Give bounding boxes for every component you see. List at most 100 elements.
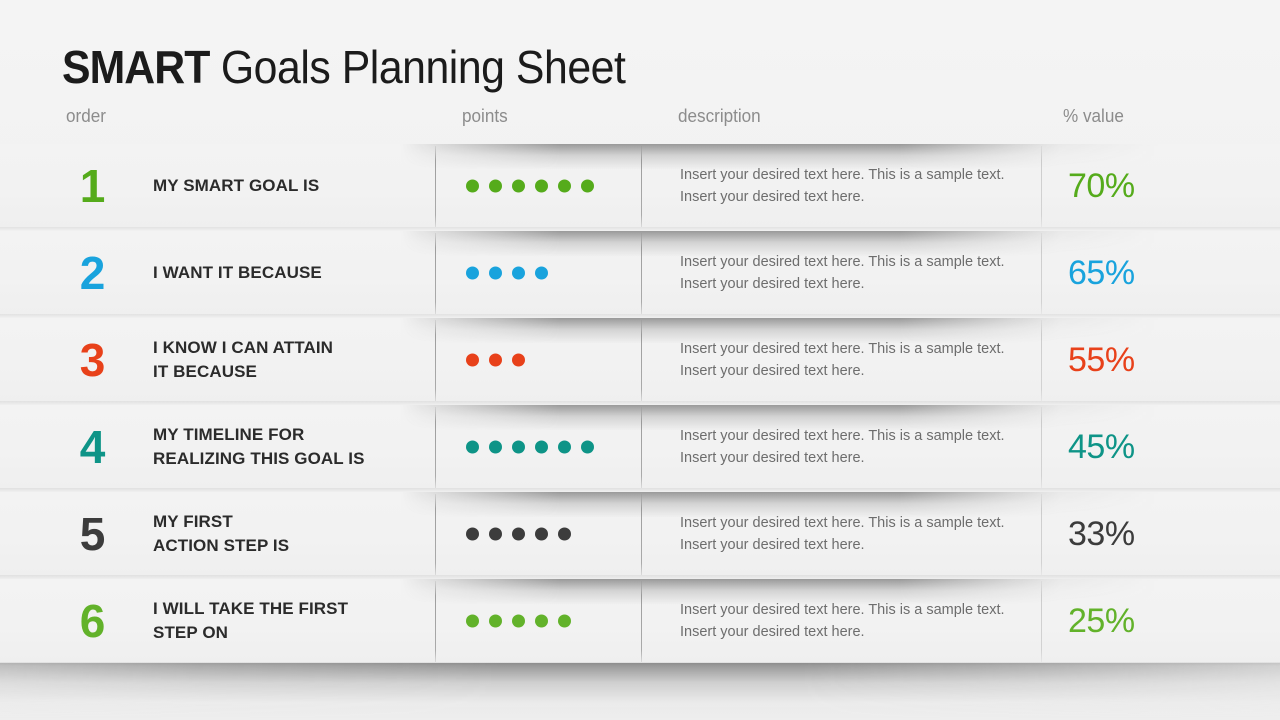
column-divider-2 <box>641 233 642 314</box>
row-label: I KNOW I CAN ATTAIN IT BECAUSE <box>153 336 428 384</box>
row-label-line1: I WANT IT BECAUSE <box>153 262 322 282</box>
point-dot-icon <box>535 527 548 540</box>
point-dot-icon <box>489 179 502 192</box>
row-label-line2: IT BECAUSE <box>153 361 257 381</box>
column-divider-3 <box>1041 407 1042 488</box>
row-description: Insert your desired text here. This is a… <box>680 166 1005 205</box>
row-points-dots <box>466 440 594 453</box>
row-order-number: 5 <box>79 507 106 560</box>
row-percent-value: 25% <box>1068 601 1135 640</box>
point-dot-icon <box>558 614 571 627</box>
table-row[interactable]: 5 MY FIRST ACTION STEP IS Insert your desir… <box>0 492 1280 579</box>
row-order-number: 4 <box>79 420 106 473</box>
column-divider-2 <box>641 581 642 662</box>
row-label-line1: MY SMART GOAL IS <box>153 175 320 195</box>
slide-canvas: SMART Goals Planning Sheet order points … <box>0 0 1280 720</box>
row-order-number: 2 <box>79 246 106 299</box>
column-divider-1 <box>435 320 436 401</box>
column-divider-1 <box>435 494 436 575</box>
row-points-dots <box>466 266 548 279</box>
point-dot-icon <box>466 179 479 192</box>
row-description: Insert your desired text here. This is a… <box>680 340 1005 379</box>
point-dot-icon <box>512 440 525 453</box>
point-dot-icon <box>581 440 594 453</box>
row-label-line2: REALIZING THIS GOAL IS <box>153 448 365 468</box>
point-dot-icon <box>466 527 479 540</box>
row-order-number: 1 <box>79 159 106 212</box>
column-divider-3 <box>1041 146 1042 227</box>
row-points-dots <box>466 179 594 192</box>
goal-rows-list: 1 MY SMART GOAL IS Insert your desired tex… <box>0 144 1280 666</box>
row-points-dots <box>466 353 525 366</box>
column-divider-2 <box>641 320 642 401</box>
row-description: Insert your desired text here. This is a… <box>680 601 1005 640</box>
column-divider-2 <box>641 146 642 227</box>
column-divider-1 <box>435 233 436 314</box>
point-dot-icon <box>512 353 525 366</box>
point-dot-icon <box>512 614 525 627</box>
row-order-number: 6 <box>79 594 106 647</box>
point-dot-icon <box>535 440 548 453</box>
point-dot-icon <box>466 440 479 453</box>
point-dot-icon <box>466 353 479 366</box>
bottom-shadow <box>0 663 1280 720</box>
row-label-line1: I WILL TAKE THE FIRST <box>153 598 349 618</box>
row-label: MY FIRST ACTION STEP IS <box>153 510 428 558</box>
column-divider-1 <box>435 146 436 227</box>
row-points-dots <box>466 527 571 540</box>
row-description: Insert your desired text here. This is a… <box>680 514 1005 553</box>
column-divider-3 <box>1041 494 1042 575</box>
point-dot-icon <box>489 266 502 279</box>
column-header-value: % value <box>1063 106 1124 126</box>
column-divider-1 <box>435 407 436 488</box>
column-headers: order points description % value <box>0 106 1280 140</box>
point-dot-icon <box>535 179 548 192</box>
column-header-description: description <box>678 106 761 126</box>
column-divider-3 <box>1041 233 1042 314</box>
point-dot-icon <box>535 614 548 627</box>
point-dot-icon <box>512 179 525 192</box>
row-label: I WILL TAKE THE FIRST STEP ON <box>153 597 428 645</box>
row-percent-value: 45% <box>1068 427 1135 466</box>
point-dot-icon <box>535 266 548 279</box>
point-dot-icon <box>558 440 571 453</box>
table-row[interactable]: 3 I KNOW I CAN ATTAIN IT BECAUSE Insert you… <box>0 318 1280 405</box>
point-dot-icon <box>558 179 571 192</box>
point-dot-icon <box>489 527 502 540</box>
row-description: Insert your desired text here. This is a… <box>680 253 1005 292</box>
column-header-order: order <box>66 106 106 126</box>
point-dot-icon <box>466 266 479 279</box>
row-order-number: 3 <box>79 333 106 386</box>
table-row[interactable]: 6 I WILL TAKE THE FIRST STEP ON Insert your… <box>0 579 1280 666</box>
column-header-points: points <box>462 106 508 126</box>
point-dot-icon <box>489 614 502 627</box>
table-row[interactable]: 4 MY TIMELINE FOR REALIZING THIS GOAL IS In… <box>0 405 1280 492</box>
table-row[interactable]: 2 I WANT IT BECAUSE Insert your desired te… <box>0 231 1280 318</box>
row-description: Insert your desired text here. This is a… <box>680 427 1005 466</box>
row-label: MY SMART GOAL IS <box>153 174 428 198</box>
row-percent-value: 33% <box>1068 514 1135 553</box>
row-label-line1: I KNOW I CAN ATTAIN <box>153 337 334 357</box>
row-percent-value: 65% <box>1068 253 1135 292</box>
column-divider-1 <box>435 581 436 662</box>
column-divider-2 <box>641 494 642 575</box>
point-dot-icon <box>512 266 525 279</box>
column-divider-3 <box>1041 581 1042 662</box>
row-label-line2: ACTION STEP IS <box>153 535 290 555</box>
row-percent-value: 70% <box>1068 166 1135 205</box>
point-dot-icon <box>489 353 502 366</box>
point-dot-icon <box>558 527 571 540</box>
row-bottom-edge <box>0 662 1280 666</box>
page-title: SMART Goals Planning Sheet <box>62 38 626 96</box>
row-label: MY TIMELINE FOR REALIZING THIS GOAL IS <box>153 423 428 471</box>
point-dot-icon <box>489 440 502 453</box>
table-row[interactable]: 1 MY SMART GOAL IS Insert your desired tex… <box>0 144 1280 231</box>
row-label-line2: STEP ON <box>153 622 229 642</box>
column-divider-3 <box>1041 320 1042 401</box>
page-title-rest: Goals Planning Sheet <box>209 41 626 93</box>
row-label: I WANT IT BECAUSE <box>153 261 428 285</box>
row-points-dots <box>466 614 571 627</box>
page-title-bold: SMART <box>62 41 210 93</box>
row-label-line1: MY TIMELINE FOR <box>153 424 305 444</box>
row-label-line1: MY FIRST <box>153 511 233 531</box>
